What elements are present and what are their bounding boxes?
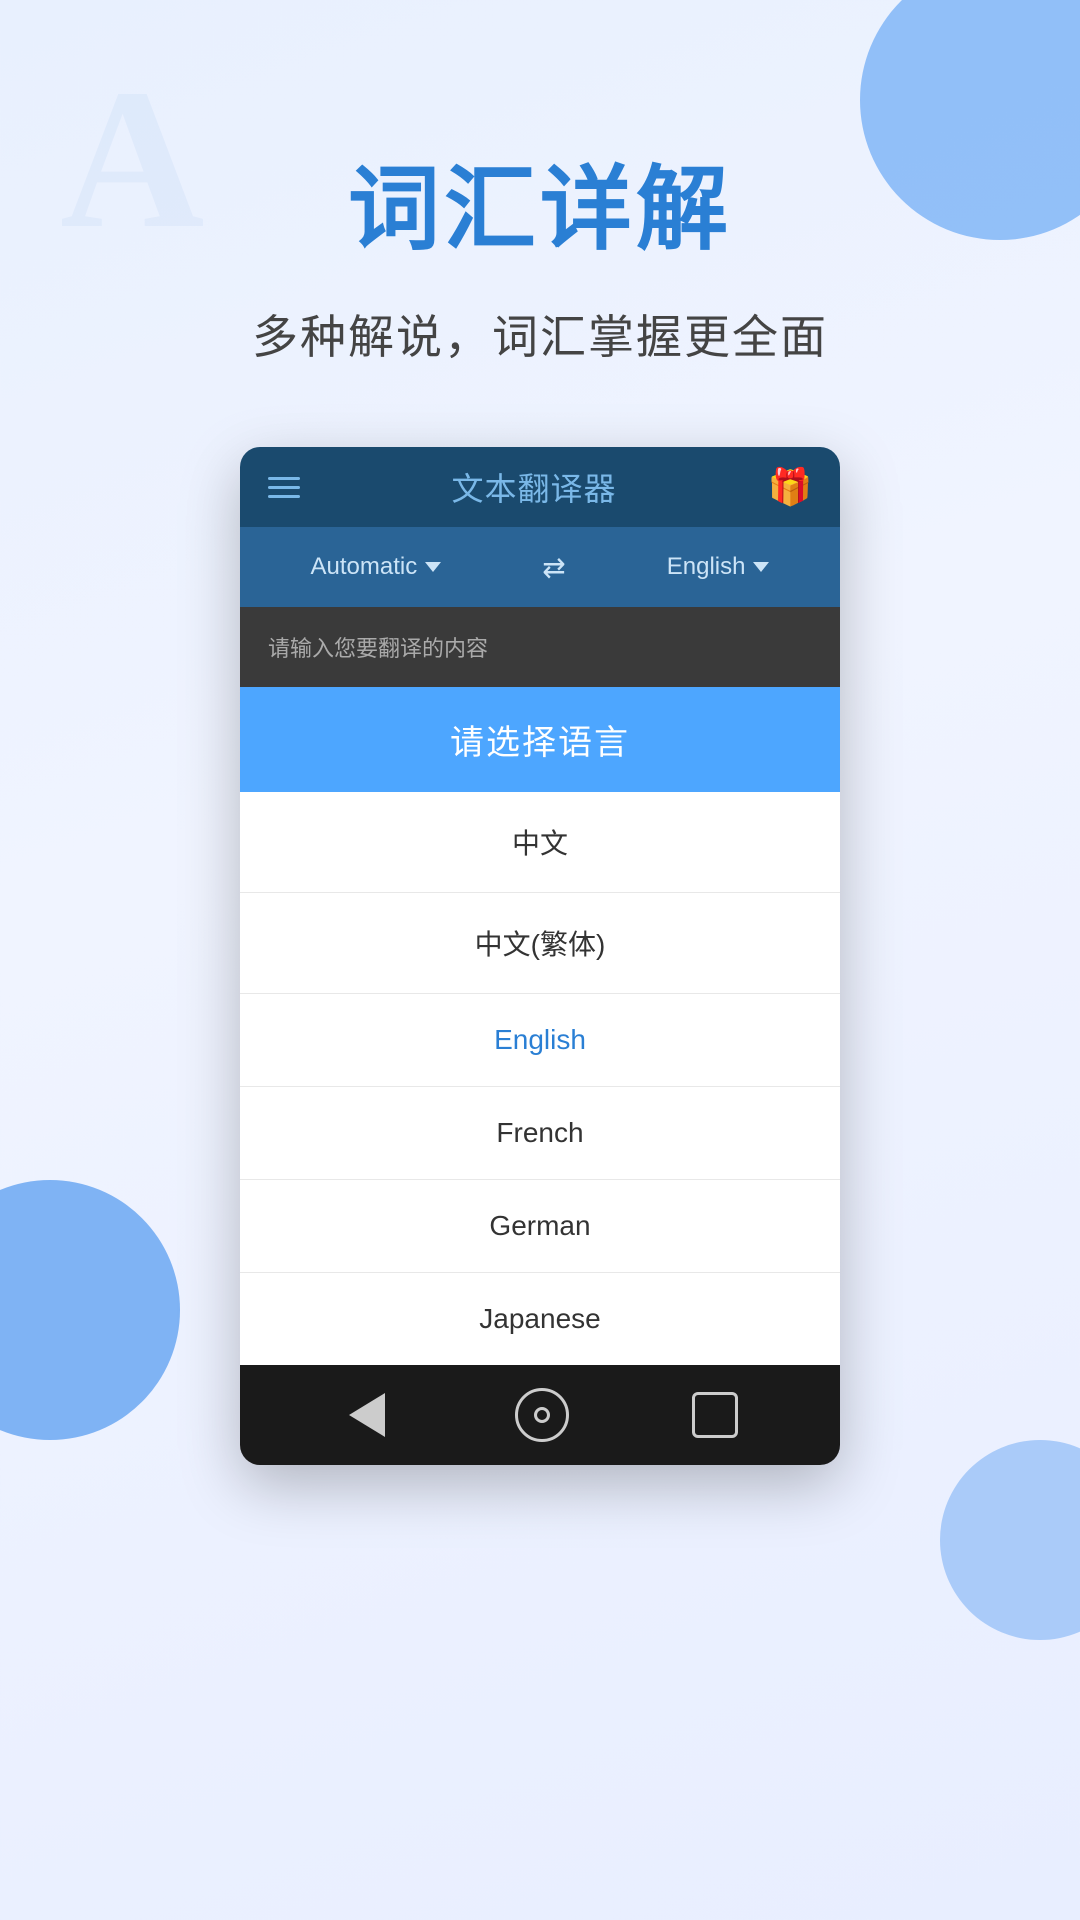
dialog-body: 中文 中文(繁体) English French German Japanese [240, 792, 840, 1365]
lang-option-chinese[interactable]: 中文 [240, 792, 840, 893]
page-content: 词汇详解 多种解说，词汇掌握更全面 文本翻译器 🎁 Automatic ⇄ En… [0, 0, 1080, 1920]
menu-line-3 [268, 495, 300, 498]
target-lang-btn[interactable]: English [667, 553, 770, 581]
back-arrow-icon [349, 1393, 385, 1437]
dialog-title: 请选择语言 [260, 715, 820, 764]
gift-icon[interactable]: 🎁 [768, 465, 812, 509]
app-title: 文本翻译器 [451, 464, 616, 510]
app-nav-bar [240, 1365, 840, 1465]
menu-line-2 [268, 486, 300, 489]
menu-line-1 [268, 477, 300, 480]
lang-option-chinese-traditional[interactable]: 中文(繁体) [240, 893, 840, 994]
lang-option-japanese[interactable]: Japanese [240, 1273, 840, 1365]
lang-option-german[interactable]: German [240, 1180, 840, 1273]
title-section: 词汇详解 多种解说，词汇掌握更全面 [252, 0, 828, 367]
home-circle-icon [534, 1407, 550, 1423]
source-lang-arrow [425, 562, 441, 572]
nav-back-button[interactable] [342, 1390, 392, 1440]
subtitle: 多种解说，词汇掌握更全面 [252, 301, 828, 367]
nav-recents-button[interactable] [692, 1392, 738, 1438]
target-lang-arrow [753, 562, 769, 572]
swap-icon[interactable]: ⇄ [542, 551, 565, 584]
lang-option-english[interactable]: English [240, 994, 840, 1087]
dialog-header: 请选择语言 [240, 687, 840, 792]
nav-home-button[interactable] [515, 1388, 569, 1442]
source-lang-label: Automatic [311, 553, 418, 581]
app-mockup: 文本翻译器 🎁 Automatic ⇄ English 请输入您要翻译的内容 请… [240, 447, 840, 1465]
menu-icon[interactable] [268, 477, 300, 498]
main-title: 词汇详解 [252, 160, 828, 261]
language-selection-dialog: 请选择语言 中文 中文(繁体) English French German Ja… [240, 687, 840, 1365]
input-placeholder: 请输入您要翻译的内容 [268, 631, 812, 663]
lang-selector-bar: Automatic ⇄ English [240, 527, 840, 607]
app-navbar: 文本翻译器 🎁 [240, 447, 840, 527]
lang-option-french[interactable]: French [240, 1087, 840, 1180]
translation-input-area[interactable]: 请输入您要翻译的内容 [240, 607, 840, 687]
source-lang-btn[interactable]: Automatic [311, 553, 442, 581]
target-lang-label: English [667, 553, 746, 581]
